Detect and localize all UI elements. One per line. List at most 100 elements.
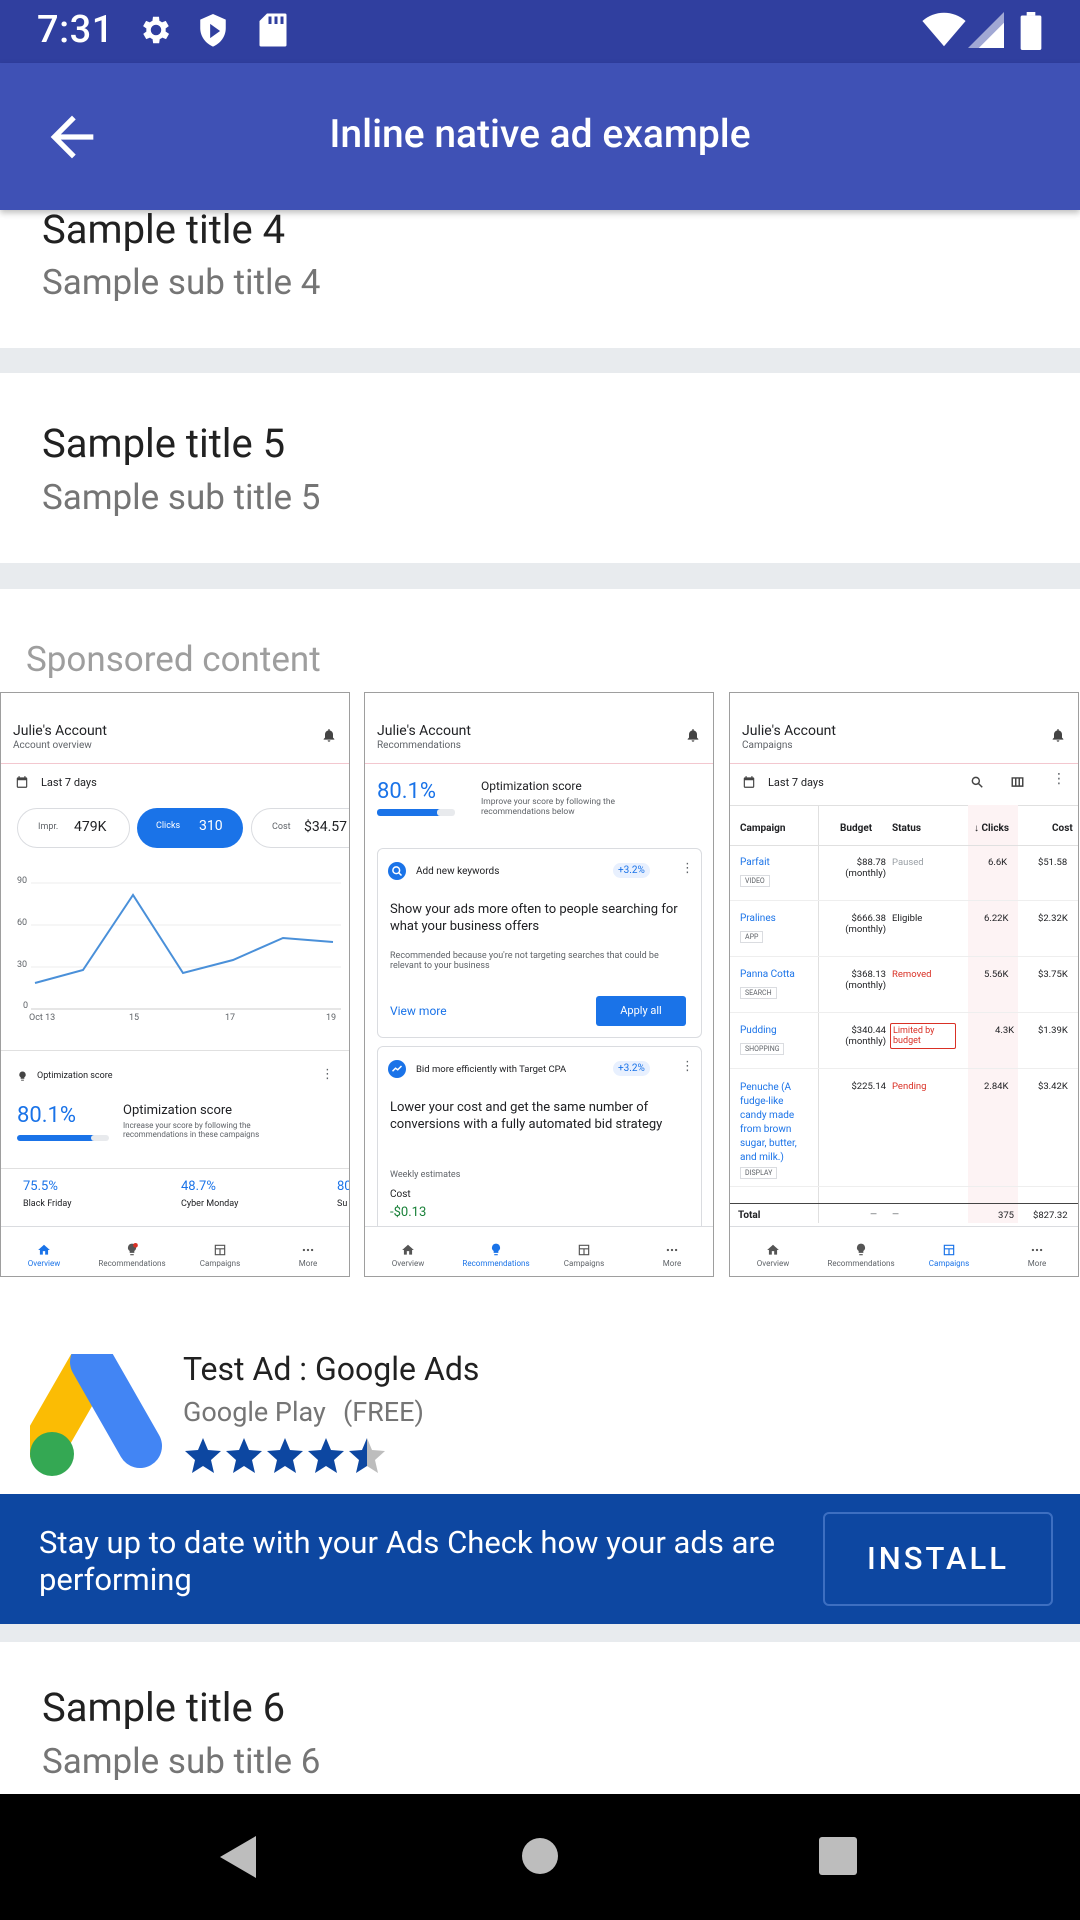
campaign-type: SEARCH	[740, 987, 777, 999]
cost: $1.39K	[1038, 1025, 1068, 1036]
list-item[interactable]: Sample title 6 Sample sub title 6	[0, 1642, 1080, 1794]
home-circle-icon[interactable]	[520, 1836, 560, 1876]
search-icon[interactable]	[970, 775, 984, 789]
ad-screenshot-campaigns[interactable]: Julie's Account Campaigns Last 7 days ⋮ …	[729, 692, 1079, 1277]
item-subtitle: Sample sub title 4	[42, 262, 321, 303]
total-budget: —	[870, 1210, 878, 1220]
x-tick: 19	[326, 1013, 337, 1023]
nav-overview[interactable]: Overview	[738, 1243, 808, 1268]
campaign-type: DISPLAY	[740, 1167, 778, 1179]
col-header[interactable]: Status	[892, 823, 921, 834]
table-row[interactable]: Parfait VIDEO $88.78 (monthly) Paused 6.…	[730, 845, 1078, 901]
nav-overview[interactable]: Overview	[9, 1243, 79, 1268]
recents-square-icon[interactable]	[818, 1836, 858, 1876]
score-bar-rest	[437, 809, 455, 816]
back-triangle-icon[interactable]	[216, 1834, 260, 1880]
star-icon	[308, 1438, 344, 1473]
lightbulb-icon	[491, 1243, 501, 1256]
y-tick: 0	[23, 1001, 29, 1011]
table-row[interactable]: Panna Cotta SEARCH $368.13 (monthly) Rem…	[730, 957, 1078, 1013]
app-bar: Inline native ad example	[0, 63, 1080, 210]
metric-chip[interactable]: Impr. 479K	[17, 808, 130, 848]
columns-icon[interactable]	[1010, 775, 1025, 789]
nav-recommendations[interactable]: Recommendations	[461, 1243, 531, 1268]
col-header[interactable]: ↓ Clicks	[974, 823, 1009, 834]
total-cost: $827.32	[1033, 1210, 1068, 1221]
divider	[730, 805, 1078, 806]
bell-icon	[1052, 729, 1064, 742]
ad-headline[interactable]: Test Ad : Google Ads	[183, 1350, 479, 1388]
apply-all-button[interactable]: Apply all	[596, 996, 686, 1026]
opt-title: Optimization score	[481, 779, 582, 793]
clicks: 6.6K	[988, 857, 1008, 868]
budget: $340.44 (monthly)	[845, 1025, 886, 1047]
star-half-icon	[349, 1438, 385, 1473]
nav-campaigns[interactable]: Campaigns	[185, 1243, 255, 1268]
opt-desc: Improve your score by following the reco…	[481, 797, 616, 817]
campaign-type: SHOPPING	[740, 1043, 785, 1055]
metric-chip-active[interactable]: Clicks 310	[137, 808, 243, 848]
bottom-nav: Overview Recommendations Campaigns More	[730, 1226, 1078, 1276]
ad-cta-banner[interactable]: Stay up to date with your Ads Check how …	[0, 1494, 1080, 1624]
divider	[1, 763, 349, 764]
more-vert-icon[interactable]: ⋮	[681, 1059, 694, 1074]
campaign-score: 75.5%	[23, 1179, 58, 1194]
nav-recommendations[interactable]: Recommendations	[826, 1243, 896, 1268]
nav-more[interactable]: More	[273, 1243, 343, 1268]
recommendation-card[interactable]: Add new keywords +3.2% ⋮ Show your ads m…	[377, 848, 702, 1038]
nav-recommendations[interactable]: Recommendations	[97, 1243, 167, 1268]
more-vert-icon[interactable]: ⋮	[321, 1067, 334, 1082]
campaign-name: Panna Cotta	[740, 969, 795, 980]
account-subtitle: Campaigns	[742, 740, 793, 751]
col-header[interactable]: Budget	[840, 823, 872, 834]
clicks: 2.84K	[984, 1081, 1009, 1092]
list-content[interactable]: Sample title 4 Sample sub title 4 Sample…	[0, 210, 1080, 1794]
battery-icon	[1020, 12, 1042, 50]
native-ad: Sponsored content Julie's Account Accoun…	[0, 589, 1080, 1624]
nav-campaigns[interactable]: Campaigns	[549, 1243, 619, 1268]
chip-value: 310	[199, 818, 223, 834]
nav-overview[interactable]: Overview	[373, 1243, 443, 1268]
ad-screenshot-overview[interactable]: Julie's Account Account overview Last 7 …	[0, 692, 350, 1277]
cost: $3.42K	[1038, 1081, 1068, 1092]
x-tick: 15	[129, 1013, 140, 1023]
total-clicks: 375	[998, 1210, 1015, 1221]
table-row[interactable]: Penuche (A fudge-like candy made from br…	[730, 1069, 1078, 1187]
campaign-name: Black Friday	[23, 1199, 72, 1209]
col-header[interactable]: Campaign	[740, 823, 786, 834]
cost: $2.32K	[1038, 913, 1068, 924]
sd-card-icon	[259, 13, 287, 47]
nav-more[interactable]: More	[1002, 1243, 1072, 1268]
chip-label: Clicks	[156, 821, 181, 831]
ad-screenshot-recommendations[interactable]: Julie's Account Recommendations 80.1% Op…	[364, 692, 714, 1277]
campaign-score: 80	[337, 1179, 349, 1194]
more-horiz-icon	[302, 1248, 314, 1252]
status: Paused	[892, 857, 924, 868]
ad-app-info[interactable]: Test Ad : Google Ads Google Play (FREE)	[0, 1300, 1080, 1494]
col-header[interactable]: Cost	[1052, 823, 1073, 834]
bottom-nav: Overview Recommendations Campaigns More	[1, 1226, 349, 1276]
nav-campaigns[interactable]: Campaigns	[914, 1243, 984, 1268]
rec-label: Bid more efficiently with Target CPA	[416, 1064, 567, 1075]
metric-chip[interactable]: Cost $34.57	[251, 808, 349, 848]
nav-more[interactable]: More	[637, 1243, 707, 1268]
weekly-estimates: Weekly estimates	[390, 1170, 461, 1180]
total-label: Total	[738, 1210, 761, 1221]
budget: $368.13 (monthly)	[845, 969, 886, 991]
more-vert-icon[interactable]: ⋮	[681, 861, 694, 876]
install-button[interactable]: INSTALL	[823, 1512, 1053, 1606]
home-icon	[38, 1244, 50, 1255]
more-vert-icon[interactable]: ⋮	[1052, 771, 1066, 787]
list-item[interactable]: Sample title 4 Sample sub title 4	[0, 210, 1080, 348]
shield-icon	[200, 14, 226, 47]
chip-value: $34.57	[304, 819, 348, 835]
sponsored-label: Sponsored content	[26, 639, 321, 680]
table-row[interactable]: Pudding SHOPPING $340.44 (monthly) Limit…	[730, 1013, 1078, 1069]
item-title: Sample title 6	[42, 1684, 286, 1731]
view-more-link[interactable]: View more	[390, 1004, 447, 1018]
table-row[interactable]: Pralines APP $666.38 (monthly) Eligible …	[730, 901, 1078, 957]
list-item[interactable]: Sample title 5 Sample sub title 5	[0, 373, 1080, 563]
recommendation-card[interactable]: Bid more efficiently with Target CPA +3.…	[377, 1046, 702, 1236]
cost-label: Cost	[390, 1189, 411, 1200]
rec-desc: Recommended because you're not targeting…	[390, 951, 659, 971]
